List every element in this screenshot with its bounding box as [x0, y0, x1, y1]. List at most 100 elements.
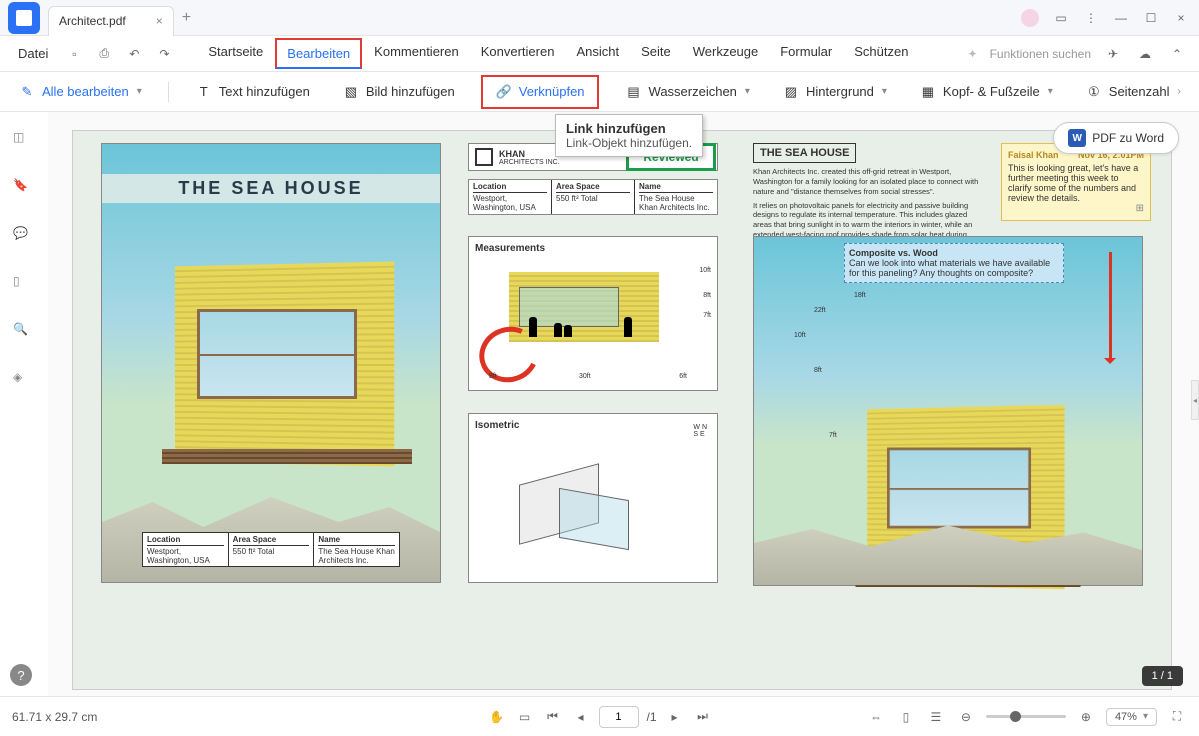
edit-toolbar: ✎ Alle bearbeiten ▾ T Text hinzufügen ▧ …: [0, 72, 1199, 112]
send-icon[interactable]: ✈: [1103, 44, 1123, 64]
info-table-2: LocationWestport, Washington, USA Area S…: [468, 179, 718, 215]
link-button[interactable]: 🔗 Verknüpfen: [489, 79, 591, 105]
more-icon[interactable]: ⋮: [1083, 10, 1099, 26]
statusbar: 61.71 x 29.7 cm ✋ ▭ ⏮ ◂ /1 ▸ ⏭ ⇔ ▯ ☰ ⊖ ⊕…: [0, 696, 1199, 736]
chevron-down-icon: ▾: [1048, 86, 1053, 97]
add-text-button[interactable]: T Text hinzufügen: [189, 79, 316, 105]
zoom-slider[interactable]: [986, 715, 1066, 718]
fit-width-icon[interactable]: ⇔: [866, 707, 886, 727]
red-arrow-annotation: [1109, 252, 1112, 362]
page-number-icon: ①: [1085, 83, 1103, 101]
view-mode-icon[interactable]: ▯: [896, 707, 916, 727]
cloud-icon[interactable]: ☁: [1135, 44, 1155, 64]
chevron-down-icon: ▾: [137, 86, 142, 97]
background-icon: ▨: [782, 83, 800, 101]
pdf-to-word-button[interactable]: W PDF zu Word: [1053, 122, 1179, 154]
close-window-button[interactable]: ×: [1173, 10, 1189, 26]
thumbnails-icon[interactable]: ◫: [13, 130, 35, 152]
watermark-button[interactable]: ▤ Wasserzeichen ▾: [619, 79, 756, 105]
tab-filename: Architect.pdf: [59, 14, 126, 28]
page-dimensions: 61.71 x 29.7 cm: [12, 710, 97, 724]
page-counter: 1 / 1: [1142, 666, 1183, 686]
close-tab-icon[interactable]: ×: [156, 14, 163, 28]
page-total: /1: [646, 710, 656, 724]
tab-ansicht[interactable]: Ansicht: [566, 38, 629, 69]
undo-icon[interactable]: ↶: [124, 44, 144, 64]
minimize-button[interactable]: —: [1113, 10, 1129, 26]
hand-tool-icon[interactable]: ✋: [486, 707, 506, 727]
link-icon: 🔗: [495, 83, 513, 101]
comment-annotation[interactable]: Composite vs. Wood Can we look into what…: [844, 243, 1064, 283]
page-input[interactable]: [598, 706, 638, 728]
info-table: LocationWestport, Washington, USA Area S…: [142, 532, 400, 567]
comments-icon[interactable]: 💬: [13, 226, 35, 248]
prev-page-icon[interactable]: ◂: [570, 707, 590, 727]
print-icon[interactable]: ⎙: [94, 44, 114, 64]
tab-formular[interactable]: Formular: [770, 38, 842, 69]
next-page-icon[interactable]: ▸: [665, 707, 685, 727]
chevron-up-icon[interactable]: ⌃: [1167, 44, 1187, 64]
search-icon[interactable]: 🔍: [13, 322, 35, 344]
sparkle-icon: ✦: [968, 47, 978, 61]
file-menu[interactable]: Datei: [12, 42, 54, 65]
doc-text-block: THE SEA HOUSE Khan Architects Inc. creat…: [753, 143, 983, 249]
document-tab[interactable]: Architect.pdf ×: [48, 6, 174, 36]
maximize-button[interactable]: ☐: [1143, 10, 1159, 26]
isometric-panel: Isometric W N S E: [468, 413, 718, 583]
header-footer-icon: ▦: [919, 83, 937, 101]
layers-icon[interactable]: ◈: [13, 370, 35, 392]
menubar: Datei ▫ ⎙ ↶ ↷ Startseite Bearbeiten Komm…: [0, 36, 1199, 72]
tab-bearbeiten[interactable]: Bearbeiten: [275, 38, 362, 69]
sticky-author: Faisal Khan: [1008, 150, 1059, 160]
chevron-down-icon: ▾: [1143, 711, 1148, 722]
add-tab-button[interactable]: +: [182, 9, 191, 27]
tooltip-desc: Link-Objekt hinzufügen.: [566, 136, 692, 150]
measurements-panel: Measurements 10ft 8ft 7ft 8ft 30ft 6ft: [468, 236, 718, 391]
pdf-page[interactable]: THE SEA HOUSE LocationWestport, Washingt…: [72, 130, 1172, 690]
sticky-note[interactable]: Faisal Khan Nov 16, 2:01PM This is looki…: [1001, 143, 1151, 221]
user-avatar-icon[interactable]: [1021, 9, 1039, 27]
cover-panel: THE SEA HOUSE LocationWestport, Washingt…: [101, 143, 441, 583]
bookmarks-icon[interactable]: 🔖: [13, 178, 35, 200]
review-panel: Composite vs. Wood Can we look into what…: [753, 236, 1143, 586]
header-footer-button[interactable]: ▦ Kopf- & Fußzeile ▾: [913, 79, 1059, 105]
tab-konvertieren[interactable]: Konvertieren: [471, 38, 565, 69]
titlebar: Architect.pdf × + ▭ ⋮ — ☐ ×: [0, 0, 1199, 36]
zoom-out-icon[interactable]: ⊖: [956, 707, 976, 727]
reading-mode-icon[interactable]: ☰: [926, 707, 946, 727]
notification-icon[interactable]: ▭: [1053, 10, 1069, 26]
redo-icon[interactable]: ↷: [154, 44, 174, 64]
sticky-expand-icon[interactable]: ⊞: [1008, 203, 1144, 214]
page-number-button[interactable]: ① Seitenzahl ›: [1079, 79, 1187, 105]
search-functions[interactable]: Funktionen suchen: [990, 47, 1091, 61]
help-button[interactable]: ?: [10, 664, 32, 686]
zoom-in-icon[interactable]: ⊕: [1076, 707, 1096, 727]
save-icon[interactable]: ▫: [64, 44, 84, 64]
tab-seite[interactable]: Seite: [631, 38, 681, 69]
select-tool-icon[interactable]: ▭: [514, 707, 534, 727]
zoom-level[interactable]: 47% ▾: [1106, 708, 1157, 726]
background-button[interactable]: ▨ Hintergrund ▾: [776, 79, 893, 105]
tab-kommentieren[interactable]: Kommentieren: [364, 38, 469, 69]
last-page-icon[interactable]: ⏭: [693, 707, 713, 727]
app-logo-icon[interactable]: [8, 2, 40, 34]
attachments-icon[interactable]: ▯: [13, 274, 35, 296]
expand-right-handle[interactable]: ◂: [1191, 380, 1199, 420]
first-page-icon[interactable]: ⏮: [542, 707, 562, 727]
chevron-down-icon: ▾: [882, 86, 887, 97]
add-image-button[interactable]: ▧ Bild hinzufügen: [336, 79, 461, 105]
edit-all-button[interactable]: ✎ Alle bearbeiten ▾: [12, 79, 148, 105]
document-canvas[interactable]: W PDF zu Word THE SEA HOUSE LocationWest…: [48, 112, 1199, 696]
image-icon: ▧: [342, 83, 360, 101]
sticky-text: This is looking great, let's have a furt…: [1008, 163, 1144, 203]
tab-startseite[interactable]: Startseite: [198, 38, 273, 69]
watermark-icon: ▤: [625, 83, 643, 101]
house-illustration: [152, 224, 402, 504]
fullscreen-icon[interactable]: ⛶: [1167, 707, 1187, 727]
link-tooltip: Link hinzufügen Link-Objekt hinzufügen.: [555, 114, 703, 157]
menu-tabs: Startseite Bearbeiten Kommentieren Konve…: [198, 38, 918, 69]
tab-schuetzen[interactable]: Schützen: [844, 38, 918, 69]
pencil-icon: ✎: [18, 83, 36, 101]
doc-title: THE SEA HOUSE: [102, 174, 440, 203]
tab-werkzeuge[interactable]: Werkzeuge: [683, 38, 769, 69]
